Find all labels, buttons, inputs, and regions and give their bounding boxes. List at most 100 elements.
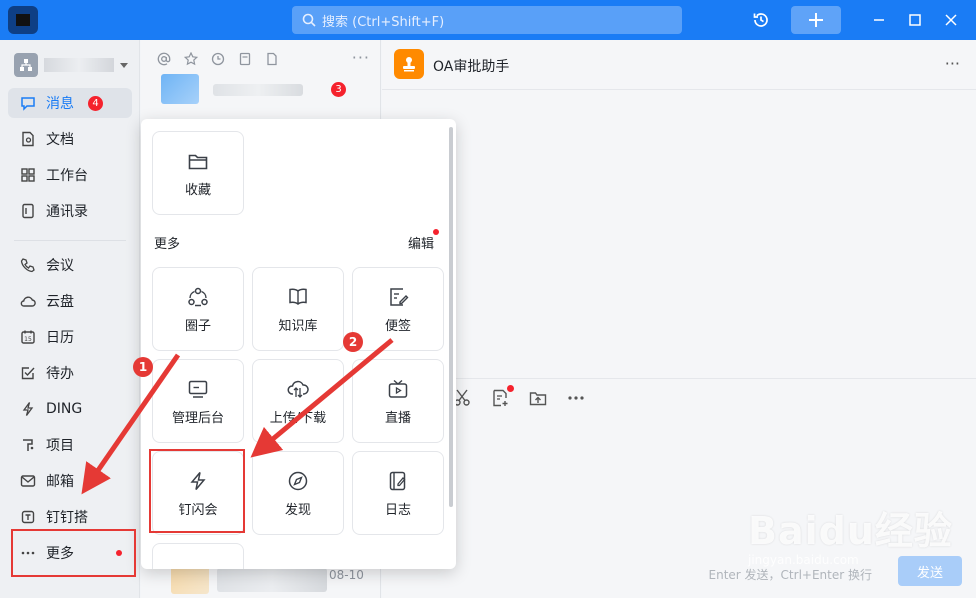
tile-label: 日志 xyxy=(384,502,411,518)
sidebar-item-label: 云盘 xyxy=(46,294,74,310)
star-icon[interactable] xyxy=(184,52,198,66)
tile-label: 便签 xyxy=(384,318,411,334)
conversation-preview[interactable] xyxy=(217,568,327,592)
conversation-time: 08-10 xyxy=(329,568,364,582)
conversation-unread-badge: 3 xyxy=(331,82,346,97)
oa-avatar[interactable] xyxy=(394,49,424,79)
tile-label: 直播 xyxy=(384,410,411,426)
upload-icon[interactable] xyxy=(528,388,548,408)
sidebar-item-workbench[interactable]: 工作台 xyxy=(8,160,132,190)
note-add-icon xyxy=(493,389,508,407)
tile-discover[interactable]: 发现 xyxy=(252,451,344,535)
tile-circle[interactable]: 圈子 xyxy=(152,267,244,351)
tile-label: 收藏 xyxy=(184,182,211,198)
folder-icon xyxy=(186,149,210,173)
tile-log[interactable]: 日志 xyxy=(352,451,444,535)
tile-label: 圈子 xyxy=(184,318,211,334)
sidebar-item-label: 通讯录 xyxy=(46,204,88,220)
sidebar-item-label: 项目 xyxy=(46,438,74,454)
sidebar-item-builder[interactable]: 钉钉搭 xyxy=(8,502,132,532)
mail-icon xyxy=(20,473,36,489)
phone-icon xyxy=(20,257,36,273)
tile-live[interactable]: 直播 xyxy=(352,359,444,443)
document-icon xyxy=(20,131,36,147)
annotation-highlight-flash-meeting xyxy=(149,449,245,533)
checkbox-icon xyxy=(20,365,36,381)
section-title-more: 更多 xyxy=(154,237,181,252)
new-dot xyxy=(507,385,514,392)
calendar-icon: 15 xyxy=(20,329,36,345)
project-icon xyxy=(20,437,36,453)
tile-partial[interactable] xyxy=(152,543,244,569)
compass-icon xyxy=(286,469,310,493)
add-button[interactable] xyxy=(791,6,841,34)
org-name-blurred xyxy=(44,58,114,72)
conversation-filters xyxy=(157,52,279,66)
editor-toolbar xyxy=(452,385,586,408)
cloud-transfer-icon xyxy=(286,377,310,401)
sidebar-item-calendar[interactable]: 15 日历 xyxy=(8,322,132,352)
at-icon[interactable] xyxy=(157,52,171,66)
sidebar-item-mail[interactable]: 邮箱 xyxy=(8,466,132,496)
lightning-icon xyxy=(20,401,36,417)
maximize-icon[interactable] xyxy=(904,6,926,34)
note-add-button[interactable] xyxy=(490,385,514,408)
list-more-icon[interactable]: ··· xyxy=(352,48,370,67)
file-icon[interactable] xyxy=(265,52,279,66)
tile-upload-download[interactable]: 上传/下载 xyxy=(252,359,344,443)
popup-scrollbar[interactable] xyxy=(449,127,453,507)
annotation-highlight-more xyxy=(11,529,136,577)
tile-admin-console[interactable]: 管理后台 xyxy=(152,359,244,443)
memo-icon xyxy=(386,285,410,309)
sidebar-item-label: 钉钉搭 xyxy=(46,510,88,526)
sidebar-item-project[interactable]: 项目 xyxy=(8,430,132,460)
chat-header: OA审批助手 ··· xyxy=(382,40,976,90)
watermark-brand: Baidu经验 xyxy=(748,509,953,553)
book-icon xyxy=(286,285,310,309)
watermark: Baidu经验 jingyan.baidu.com xyxy=(748,500,953,567)
builder-icon xyxy=(20,509,36,525)
app-logo[interactable] xyxy=(8,6,38,34)
sidebar-item-label: 会议 xyxy=(46,258,74,274)
sidebar-item-ding[interactable]: DING xyxy=(8,394,132,424)
sidebar-item-label: 工作台 xyxy=(46,168,88,184)
sidebar-item-drive[interactable]: 云盘 xyxy=(8,286,132,316)
sidebar-item-label: 邮箱 xyxy=(46,474,74,490)
sidebar-item-docs[interactable]: 文档 xyxy=(8,124,132,154)
sidebar-item-contacts[interactable]: 通讯录 xyxy=(8,196,132,226)
org-icon xyxy=(20,59,32,71)
watermark-url: jingyan.baidu.com xyxy=(748,553,859,567)
chat-more-icon[interactable]: ··· xyxy=(945,54,960,73)
cloud-icon xyxy=(20,293,36,309)
sidebar-item-todo[interactable]: 待办 xyxy=(8,358,132,388)
more-icon[interactable] xyxy=(566,388,586,408)
title-bar: 搜索 (Ctrl+Shift+F) xyxy=(0,0,976,40)
conversation-preview[interactable] xyxy=(213,84,303,96)
minimize-icon[interactable] xyxy=(868,6,890,34)
clock-icon[interactable] xyxy=(211,52,225,66)
sidebar-item-label: DING xyxy=(46,401,83,417)
org-switcher[interactable] xyxy=(14,52,134,78)
tile-knowledge-base[interactable]: 知识库 xyxy=(252,267,344,351)
history-icon[interactable] xyxy=(748,6,774,34)
editor-divider xyxy=(382,378,976,379)
contacts-icon xyxy=(20,203,36,219)
unread-badge: 4 xyxy=(88,95,103,111)
tile-label: 知识库 xyxy=(278,318,318,334)
sidebar-item-meeting[interactable]: 会议 xyxy=(8,250,132,280)
close-icon[interactable] xyxy=(940,6,962,34)
plus-icon xyxy=(809,13,823,27)
monitor-icon xyxy=(186,377,210,401)
tile-favorites[interactable]: 收藏 xyxy=(152,131,244,215)
circle-group-icon xyxy=(186,285,210,309)
tile-label: 发现 xyxy=(284,502,311,518)
sidebar-item-messages[interactable]: 消息 4 xyxy=(8,88,132,118)
new-dot xyxy=(433,229,439,235)
log-icon xyxy=(386,469,410,493)
conversation-avatar[interactable] xyxy=(161,74,199,104)
tile-memo[interactable]: 便签 xyxy=(352,267,444,351)
bookmark-icon[interactable] xyxy=(238,52,252,66)
search-input[interactable]: 搜索 (Ctrl+Shift+F) xyxy=(292,6,682,34)
chat-bubble-icon xyxy=(20,95,36,111)
edit-link[interactable]: 编辑 xyxy=(408,233,434,252)
